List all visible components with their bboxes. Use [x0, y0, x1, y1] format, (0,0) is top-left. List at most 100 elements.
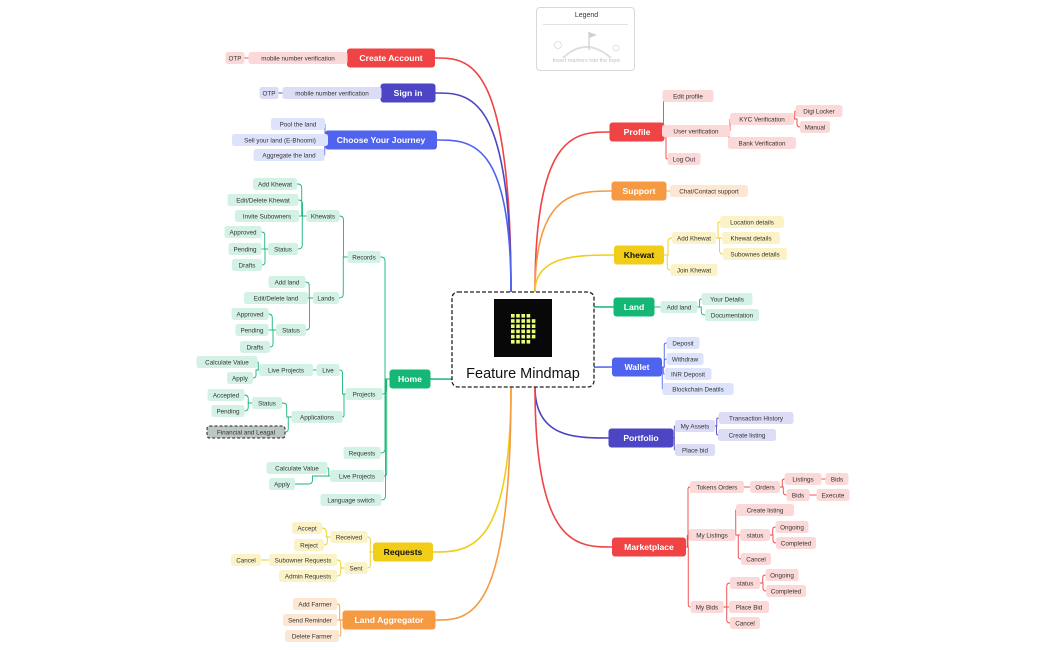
home-label-topic[interactable]: Home — [389, 369, 431, 389]
home-requests-node[interactable]: Requests — [343, 447, 381, 459]
marketplace-tokens-bids-node[interactable]: Bids — [825, 473, 849, 485]
home-records-lands-status-label-node[interactable]: Status — [276, 324, 306, 336]
journey-children-sell-node[interactable]: Sell your land (E-Bhoomi) — [232, 134, 328, 146]
profile-manual-node[interactable]: Manual — [800, 121, 830, 133]
land-your-node[interactable]: Your Details — [701, 293, 753, 305]
khewat-add-node[interactable]: Add Khewat — [672, 232, 716, 244]
profile-digi-node[interactable]: Digi Locker — [795, 105, 843, 117]
home-records-khewats-invite-node[interactable]: Invite Subowners — [235, 210, 299, 222]
home-live-projects-apply-node[interactable]: Apply — [269, 478, 295, 490]
requests-sent-cancel-node[interactable]: Cancel — [231, 554, 261, 566]
create-account-children-mobile-node[interactable]: mobile number verification — [248, 52, 348, 64]
create-account-children-otp-node[interactable]: OTP — [225, 52, 245, 64]
home-projects-applications-label-node[interactable]: Applications — [291, 411, 343, 423]
support-chat-node[interactable]: Chat/Contact support — [670, 185, 748, 197]
marketplace-my-listings-status-node[interactable]: status — [740, 529, 770, 541]
home-records-khewats-status-pending-node[interactable]: Pending — [228, 243, 262, 255]
profile-edit-node[interactable]: Edit profile — [662, 90, 714, 102]
requests-sent-subowner-node[interactable]: Subowner Requests — [269, 554, 337, 566]
profile-kyc-node[interactable]: KYC Verification — [730, 113, 794, 125]
home-records-lands-add-node[interactable]: Add land — [268, 276, 306, 288]
marketplace-my-listings-ongoing-node[interactable]: Ongoing — [775, 521, 809, 533]
requests-sent-admin-node[interactable]: Admin Requests — [279, 570, 337, 582]
home-records-khewats-edit-node[interactable]: Edit/Delete Khewat — [227, 194, 299, 206]
khewat-details-node[interactable]: Khewat details — [722, 232, 780, 244]
support-label-topic[interactable]: Support — [611, 181, 667, 201]
land-docs-node[interactable]: Documentation — [705, 309, 759, 321]
requests-received-accept-node[interactable]: Accept — [292, 522, 322, 534]
land-add-node[interactable]: Add land — [660, 301, 698, 313]
home-records-lands-label-node[interactable]: Lands — [313, 292, 339, 304]
requests-label-topic[interactable]: Requests — [373, 542, 433, 562]
home-language-node[interactable]: Language switch — [320, 494, 382, 506]
portfolio-bid-node[interactable]: Place bid — [675, 444, 715, 456]
create-account-label-topic[interactable]: Create Account — [347, 48, 435, 68]
khewat-subownes-node[interactable]: Subownes details — [723, 248, 787, 260]
wallet-label-topic[interactable]: Wallet — [612, 357, 662, 377]
marketplace-label-topic[interactable]: Marketplace — [612, 537, 686, 557]
land-label-topic[interactable]: Land — [613, 297, 655, 317]
khewat-label-topic[interactable]: Khewat — [614, 245, 664, 265]
marketplace-my-listings-completed-node[interactable]: Completed — [776, 537, 816, 549]
marketplace-tokens-orders-node[interactable]: Orders — [750, 481, 780, 493]
home-records-lands-status-pending-node[interactable]: Pending — [235, 324, 269, 336]
profile-verification-node[interactable]: User verification — [662, 125, 730, 137]
profile-logout-node[interactable]: Log Out — [667, 153, 701, 165]
journey-label-topic[interactable]: Choose Your Journey — [325, 130, 437, 150]
home-projects-live-live-projects-node[interactable]: Live Projects — [259, 364, 313, 376]
aggregator-add-node[interactable]: Add Farmer — [293, 598, 337, 610]
wallet-deposit-node[interactable]: Deposit — [666, 337, 700, 349]
portfolio-create-node[interactable]: Create listing — [718, 429, 776, 441]
marketplace-my-listings-cancel-node[interactable]: Cancel — [741, 553, 771, 565]
marketplace-tokens-listings-node[interactable]: Listings — [784, 473, 822, 485]
sign-in-label-topic[interactable]: Sign in — [380, 83, 436, 103]
marketplace-tokens-bids2-node[interactable]: Bids — [786, 489, 810, 501]
wallet-blockchain-node[interactable]: Blockchain Deatils — [662, 383, 734, 395]
marketplace-tokens-label-node[interactable]: Tokens Orders — [690, 481, 744, 493]
journey-children-pool-node[interactable]: Pool the land — [271, 118, 325, 130]
home-live-projects-calc-node[interactable]: Calculate Value — [266, 462, 328, 474]
requests-sent-label-node[interactable]: Sent — [344, 562, 368, 574]
home-projects-live-label-node[interactable]: Live — [316, 364, 340, 376]
profile-label-topic[interactable]: Profile — [609, 122, 665, 142]
home-projects-applications-status-node[interactable]: Status — [252, 397, 282, 409]
home-projects-live-apply-node[interactable]: Apply — [227, 372, 253, 384]
home-live-projects-label-node[interactable]: Live Projects — [330, 470, 384, 482]
journey-children-aggregate-node[interactable]: Aggregate the land — [253, 149, 325, 161]
marketplace-my-listings-label-node[interactable]: My Listings — [688, 529, 736, 541]
home-projects-label-node[interactable]: Projects — [345, 388, 383, 400]
sign-in-children-otp-node[interactable]: OTP — [259, 87, 279, 99]
home-projects-applications-pending-node[interactable]: Pending — [211, 405, 245, 417]
aggregator-remind-node[interactable]: Send Reminder — [283, 614, 337, 626]
home-projects-applications-accepted-node[interactable]: Accepted — [207, 389, 245, 401]
home-records-label-node[interactable]: Records — [347, 251, 381, 263]
marketplace-my-bids-place-node[interactable]: Place Bid — [729, 601, 769, 613]
aggregator-label-topic[interactable]: Land Aggregator — [342, 610, 436, 630]
marketplace-tokens-execute-node[interactable]: Execute — [816, 489, 850, 501]
home-records-khewats-status-drafts-node[interactable]: Drafts — [232, 259, 262, 271]
marketplace-my-bids-status-node[interactable]: status — [730, 577, 760, 589]
khewat-location-node[interactable]: Location details — [720, 216, 784, 228]
marketplace-my-bids-cancel-node[interactable]: Cancel — [730, 617, 760, 629]
home-records-khewats-status-label-node[interactable]: Status — [268, 243, 298, 255]
home-records-khewats-status-approved-node[interactable]: Approved — [224, 226, 262, 238]
wallet-inr-node[interactable]: INR Deposit — [664, 368, 712, 380]
home-records-lands-status-approved-node[interactable]: Approved — [231, 308, 269, 320]
home-records-khewats-label-node[interactable]: Khewats — [306, 210, 340, 222]
profile-bank-node[interactable]: Bank Verification — [728, 137, 796, 149]
marketplace-my-listings-create-node[interactable]: Create listing — [736, 504, 794, 516]
marketplace-my-bids-label-node[interactable]: My Bids — [690, 601, 724, 613]
home-records-lands-edit-node[interactable]: Edit/Delete land — [244, 292, 308, 304]
home-projects-applications-financial-node[interactable]: Financial and Leagal — [206, 425, 286, 439]
requests-received-label-node[interactable]: Received — [330, 531, 368, 543]
requests-received-reject-node[interactable]: Reject — [294, 539, 324, 551]
home-records-khewats-add-node[interactable]: Add Khewat — [253, 178, 297, 190]
home-projects-live-calc-node[interactable]: Calculate Value — [196, 356, 258, 368]
portfolio-label-topic[interactable]: Portfolio — [608, 428, 674, 448]
wallet-withdraw-node[interactable]: Withdraw — [666, 353, 704, 365]
home-records-lands-status-drafts-node[interactable]: Drafts — [240, 341, 270, 353]
sign-in-children-mobile-node[interactable]: mobile number verification — [282, 87, 382, 99]
central-topic[interactable]: Feature Mindmap — [451, 291, 595, 388]
portfolio-history-node[interactable]: Transaction History — [718, 412, 794, 424]
aggregator-delete-node[interactable]: Delete Farmer — [285, 630, 339, 642]
